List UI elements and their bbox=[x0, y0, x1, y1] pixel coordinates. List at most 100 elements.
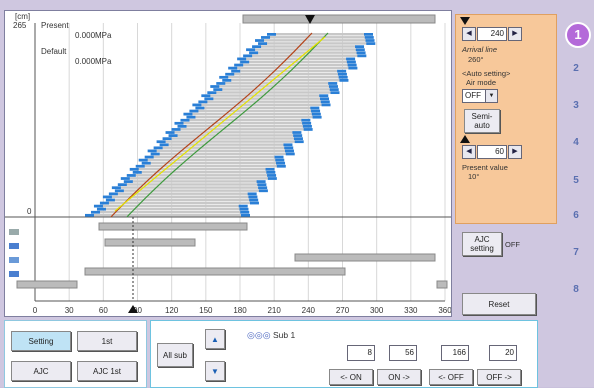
x-tick-label: 240 bbox=[302, 306, 316, 315]
band-left-edge bbox=[168, 134, 178, 137]
present-spinner: ◀ 60 ▶ bbox=[462, 145, 522, 159]
all-sub-button[interactable]: All sub bbox=[157, 343, 193, 367]
band-right-edge bbox=[240, 210, 250, 214]
timeline-bar bbox=[104, 238, 196, 247]
band-left-edge bbox=[255, 39, 265, 42]
band-left-edge bbox=[135, 164, 145, 168]
present-value-field[interactable]: 60 bbox=[477, 145, 507, 159]
off-right-button[interactable]: OFF -> bbox=[477, 369, 521, 385]
arrival-value-field[interactable]: 240 bbox=[477, 27, 507, 41]
band-right-edge bbox=[266, 171, 276, 174]
band-left-edge bbox=[246, 48, 256, 52]
band-row bbox=[93, 213, 242, 217]
tab-5-icon[interactable]: 5 bbox=[566, 172, 586, 190]
band-row bbox=[161, 146, 286, 149]
band-left-edge bbox=[105, 198, 115, 202]
band-right-edge bbox=[337, 69, 347, 73]
band-row bbox=[107, 201, 251, 205]
band-row bbox=[254, 48, 357, 51]
band-row bbox=[203, 106, 312, 110]
band-row bbox=[194, 115, 314, 119]
x-tick-label: 120 bbox=[165, 306, 179, 315]
air-mode-select[interactable]: OFF ▼ bbox=[462, 89, 498, 103]
on-left-button[interactable]: <- ON bbox=[329, 369, 373, 385]
tab-6-icon[interactable]: 6 bbox=[566, 207, 586, 225]
first-tab[interactable]: 1st bbox=[77, 331, 137, 351]
band-left-edge bbox=[117, 183, 127, 187]
present-marker-icon bbox=[460, 135, 470, 143]
channel-icon bbox=[9, 257, 19, 263]
band-right-edge bbox=[301, 118, 311, 122]
band-right-edge bbox=[330, 91, 340, 95]
off-left-button[interactable]: <- OFF bbox=[429, 369, 473, 385]
band-row bbox=[269, 36, 366, 39]
tab-3-icon[interactable]: 3 bbox=[566, 97, 586, 115]
band-left-edge bbox=[171, 128, 181, 131]
band-right-edge bbox=[302, 121, 312, 125]
band-row bbox=[146, 158, 277, 162]
timeline-bar bbox=[294, 253, 436, 262]
top-bar bbox=[242, 14, 436, 24]
setting-tab[interactable]: Setting bbox=[11, 331, 71, 351]
band-left-edge bbox=[147, 149, 157, 153]
band-left-edge bbox=[198, 100, 208, 104]
present-value: 0.000MPa bbox=[75, 31, 112, 40]
band-row bbox=[212, 97, 322, 100]
arrow-up-icon[interactable]: ▲ bbox=[205, 329, 225, 349]
band-right-edge bbox=[311, 112, 321, 116]
band-right-edge bbox=[267, 177, 277, 180]
band-right-edge bbox=[365, 39, 375, 42]
value-field-4[interactable]: 20 bbox=[489, 345, 517, 361]
band-right-edge bbox=[256, 180, 266, 183]
arrow-right-icon[interactable]: ▶ bbox=[508, 27, 522, 41]
band-row bbox=[215, 91, 332, 94]
ajc-state: OFF bbox=[505, 240, 520, 249]
on-right-button[interactable]: ON -> bbox=[377, 369, 421, 385]
ajc-setting-button[interactable]: AJC setting bbox=[462, 232, 502, 256]
band-right-edge bbox=[247, 192, 257, 196]
band-left-edge bbox=[192, 103, 202, 107]
x-tick-label: 330 bbox=[404, 306, 418, 315]
ajc-first-tab[interactable]: AJC 1st bbox=[77, 361, 137, 381]
band-right-edge bbox=[239, 207, 249, 211]
reset-button[interactable]: Reset bbox=[462, 293, 536, 315]
ajc-tab[interactable]: AJC bbox=[11, 361, 71, 381]
band-right-edge bbox=[312, 115, 322, 119]
band-right-edge bbox=[258, 186, 268, 190]
band-right-edge bbox=[302, 125, 312, 128]
tab-4-icon[interactable]: 4 bbox=[566, 134, 586, 152]
arrow-left-icon[interactable]: ◀ bbox=[462, 145, 476, 159]
present-value-readout: 10° bbox=[468, 172, 480, 181]
band-row bbox=[179, 128, 305, 131]
band-row bbox=[98, 210, 242, 214]
arrow-down-icon[interactable]: ▼ bbox=[205, 361, 225, 381]
tab-1-icon[interactable]: 1 bbox=[565, 22, 591, 48]
band-left-edge bbox=[228, 66, 238, 70]
tab-2-icon[interactable]: 2 bbox=[566, 60, 586, 78]
band-left-edge bbox=[159, 143, 169, 147]
tab-7-icon[interactable]: 7 bbox=[566, 244, 586, 262]
tab-8-icon[interactable]: 8 bbox=[566, 281, 586, 299]
band-left-edge bbox=[174, 121, 184, 125]
sub-title: Sub 1 bbox=[273, 330, 296, 340]
sub-panel: All sub ▲ ▼ ◎◎◎ Sub 1 8 56 166 20 <- ON … bbox=[150, 320, 538, 388]
value-field-2[interactable]: 56 bbox=[389, 345, 417, 361]
band-left-edge bbox=[123, 180, 133, 183]
band-left-edge bbox=[216, 82, 226, 85]
value-field-3[interactable]: 166 bbox=[441, 345, 469, 361]
x-tick-label: 60 bbox=[99, 306, 108, 315]
band-right-edge bbox=[328, 85, 338, 88]
semi-auto-button[interactable]: Semi-auto bbox=[464, 109, 500, 133]
band-row bbox=[188, 118, 303, 122]
band-left-edge bbox=[210, 85, 220, 88]
value-field-1[interactable]: 8 bbox=[347, 345, 375, 361]
arrow-left-icon[interactable]: ◀ bbox=[462, 27, 476, 41]
band-left-edge bbox=[108, 192, 118, 196]
band-left-edge bbox=[99, 201, 109, 205]
arrow-right-icon[interactable]: ▶ bbox=[508, 145, 522, 159]
timeline-bar bbox=[436, 280, 448, 289]
band-left-edge bbox=[201, 94, 211, 98]
band-row bbox=[155, 149, 286, 152]
band-row bbox=[275, 33, 365, 36]
band-row bbox=[152, 155, 276, 159]
